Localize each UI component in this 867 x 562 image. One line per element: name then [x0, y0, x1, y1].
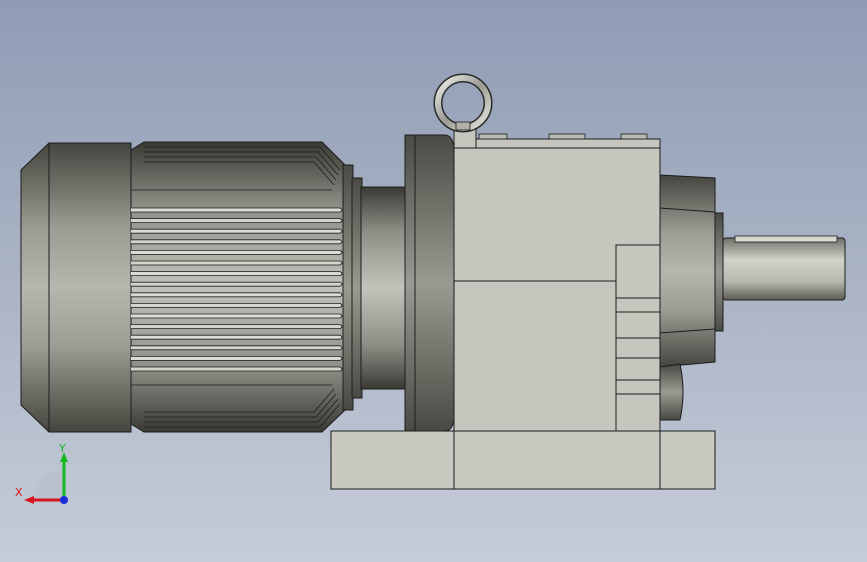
axis-triad-graphic — [24, 452, 68, 504]
cooling-fin — [131, 366, 343, 372]
gearbox-flange — [404, 134, 456, 432]
output-shaft — [722, 235, 846, 301]
y-axis-label: Y — [59, 442, 66, 455]
cooling-fin — [131, 228, 343, 234]
cooling-fin — [131, 260, 343, 266]
cooling-fin — [131, 281, 343, 287]
fan-cover — [20, 142, 132, 433]
cooling-fin — [131, 239, 343, 245]
cooling-fin — [131, 324, 343, 329]
output-cover — [659, 174, 724, 421]
cooling-fin — [131, 250, 343, 255]
axis-triad: X Y — [10, 440, 80, 510]
lifting-eye-bolt — [433, 73, 493, 133]
graphics-viewport[interactable]: X Y — [0, 0, 867, 562]
cooling-fin — [131, 345, 343, 351]
cooling-fin — [131, 218, 343, 223]
cooling-fin — [131, 292, 343, 298]
model-view[interactable] — [0, 0, 867, 562]
cooling-fin — [131, 271, 343, 276]
cooling-fin — [131, 313, 343, 319]
cooling-fin — [131, 207, 343, 213]
cooling-fin — [131, 303, 343, 308]
mounting-foot — [330, 430, 716, 490]
motor-adapter — [360, 186, 406, 390]
x-axis-label: X — [15, 486, 23, 499]
motor-housing — [130, 141, 363, 433]
cooling-fin — [131, 334, 343, 340]
cooling-fin — [131, 356, 343, 361]
gearbox-housing — [453, 126, 661, 432]
